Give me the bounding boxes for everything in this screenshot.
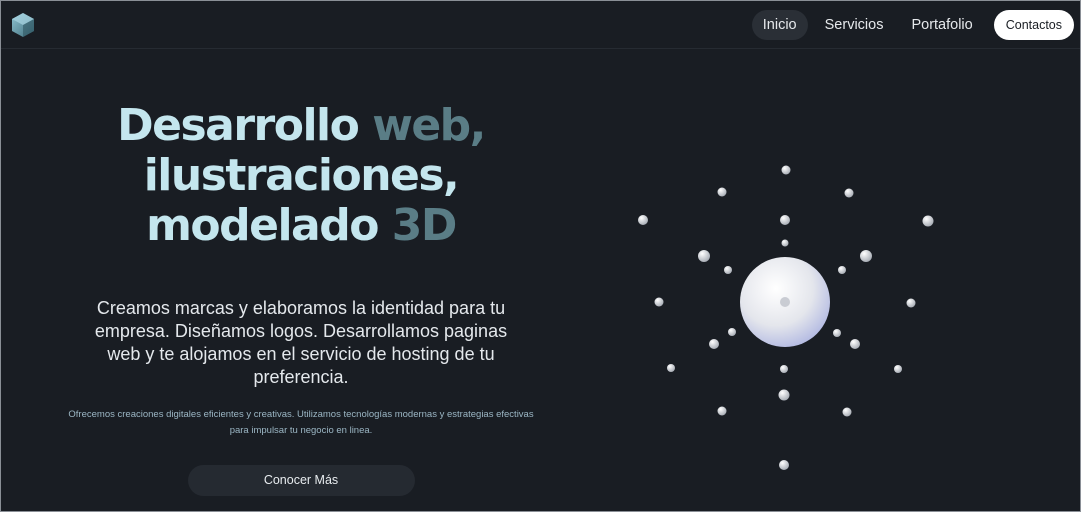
hero-headline: Desarrollo web, ilustraciones, modelado … <box>61 101 541 251</box>
headline-line-1: Desarrollo web, <box>61 101 541 151</box>
hero-subtext: Ofrecemos creaciones digitales eficiente… <box>68 409 534 436</box>
hexagon-cube-icon[interactable] <box>11 12 35 38</box>
spheres-illustration <box>638 165 934 470</box>
learn-more-button[interactable]: Conocer Más <box>187 465 415 496</box>
hero-description: Creamos marcas y elaboramos la identidad… <box>94 298 508 387</box>
headline-text: modelado <box>146 200 392 251</box>
sphere-dot <box>780 297 790 307</box>
hero-section: Desarrollo web, ilustraciones, modelado … <box>61 101 541 496</box>
contact-button[interactable]: Contactos <box>993 9 1074 40</box>
nav-item-inicio[interactable]: Inicio <box>751 9 808 40</box>
headline-text: Desarrollo <box>117 100 373 151</box>
headline-line-3: modelado 3D <box>61 201 541 251</box>
nav-item-servicios[interactable]: Servicios <box>814 10 895 40</box>
page: Inicio Servicios Portafolio Contactos De… <box>0 0 1081 512</box>
top-navbar: Inicio Servicios Portafolio Contactos <box>1 1 1080 49</box>
nav-item-portafolio[interactable]: Portafolio <box>900 10 983 40</box>
nav-links: Inicio Servicios Portafolio Contactos <box>751 9 1074 40</box>
headline-line-2: ilustraciones, <box>143 150 460 201</box>
headline-text-accent: web, <box>372 100 486 151</box>
headline-text-accent: 3D <box>391 200 458 251</box>
